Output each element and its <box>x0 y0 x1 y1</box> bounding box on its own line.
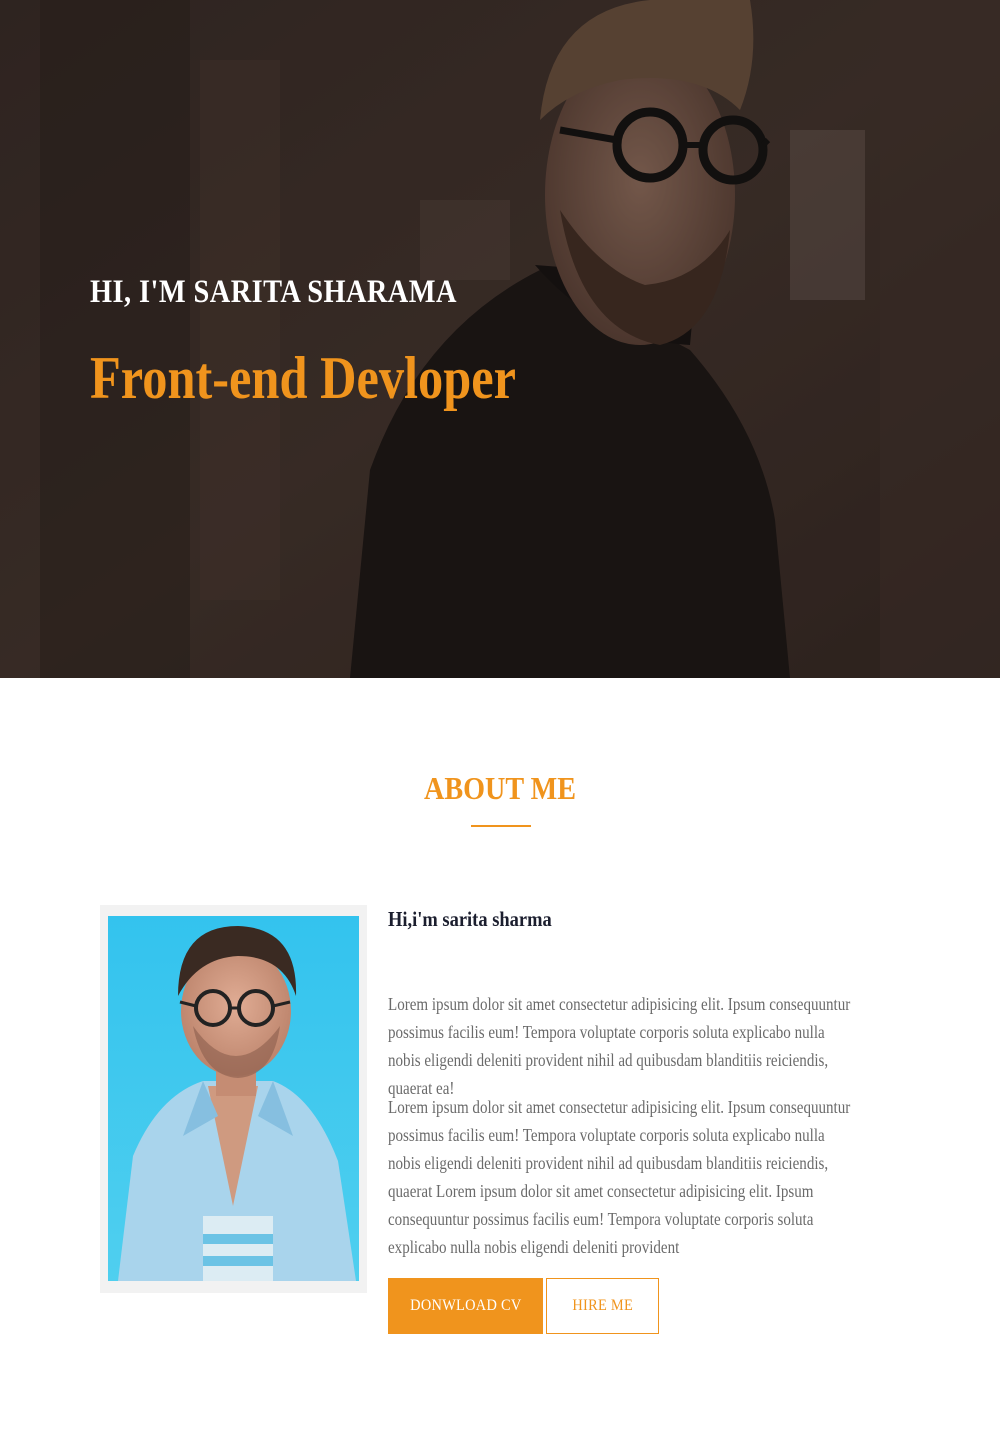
hero-section: HI, I'M SARITA SHARAMA Front-end Devlope… <box>0 0 1000 678</box>
hero-greeting: HI, I'M SARITA SHARAMA <box>90 274 457 310</box>
hero-role-title: Front-end Devloper <box>90 345 517 411</box>
about-name-heading: Hi,i'm sarita sharma <box>388 907 552 931</box>
hire-me-label: HIRE ME <box>572 1297 633 1314</box>
about-title: ABOUT ME <box>423 770 577 806</box>
profile-photo <box>108 916 359 1281</box>
profile-photo-frame <box>100 905 367 1293</box>
hire-me-button[interactable]: HIRE ME <box>546 1278 659 1334</box>
download-cv-label: DONWLOAD CV <box>409 1297 522 1314</box>
about-paragraph: Lorem ipsum dolor sit amet consectetur a… <box>388 1097 851 1257</box>
hero-overlay <box>0 0 1000 678</box>
title-underline <box>471 825 531 827</box>
about-paragraph: Lorem ipsum dolor sit amet consectetur a… <box>388 994 851 1098</box>
download-cv-button[interactable]: DONWLOAD CV <box>388 1278 543 1334</box>
